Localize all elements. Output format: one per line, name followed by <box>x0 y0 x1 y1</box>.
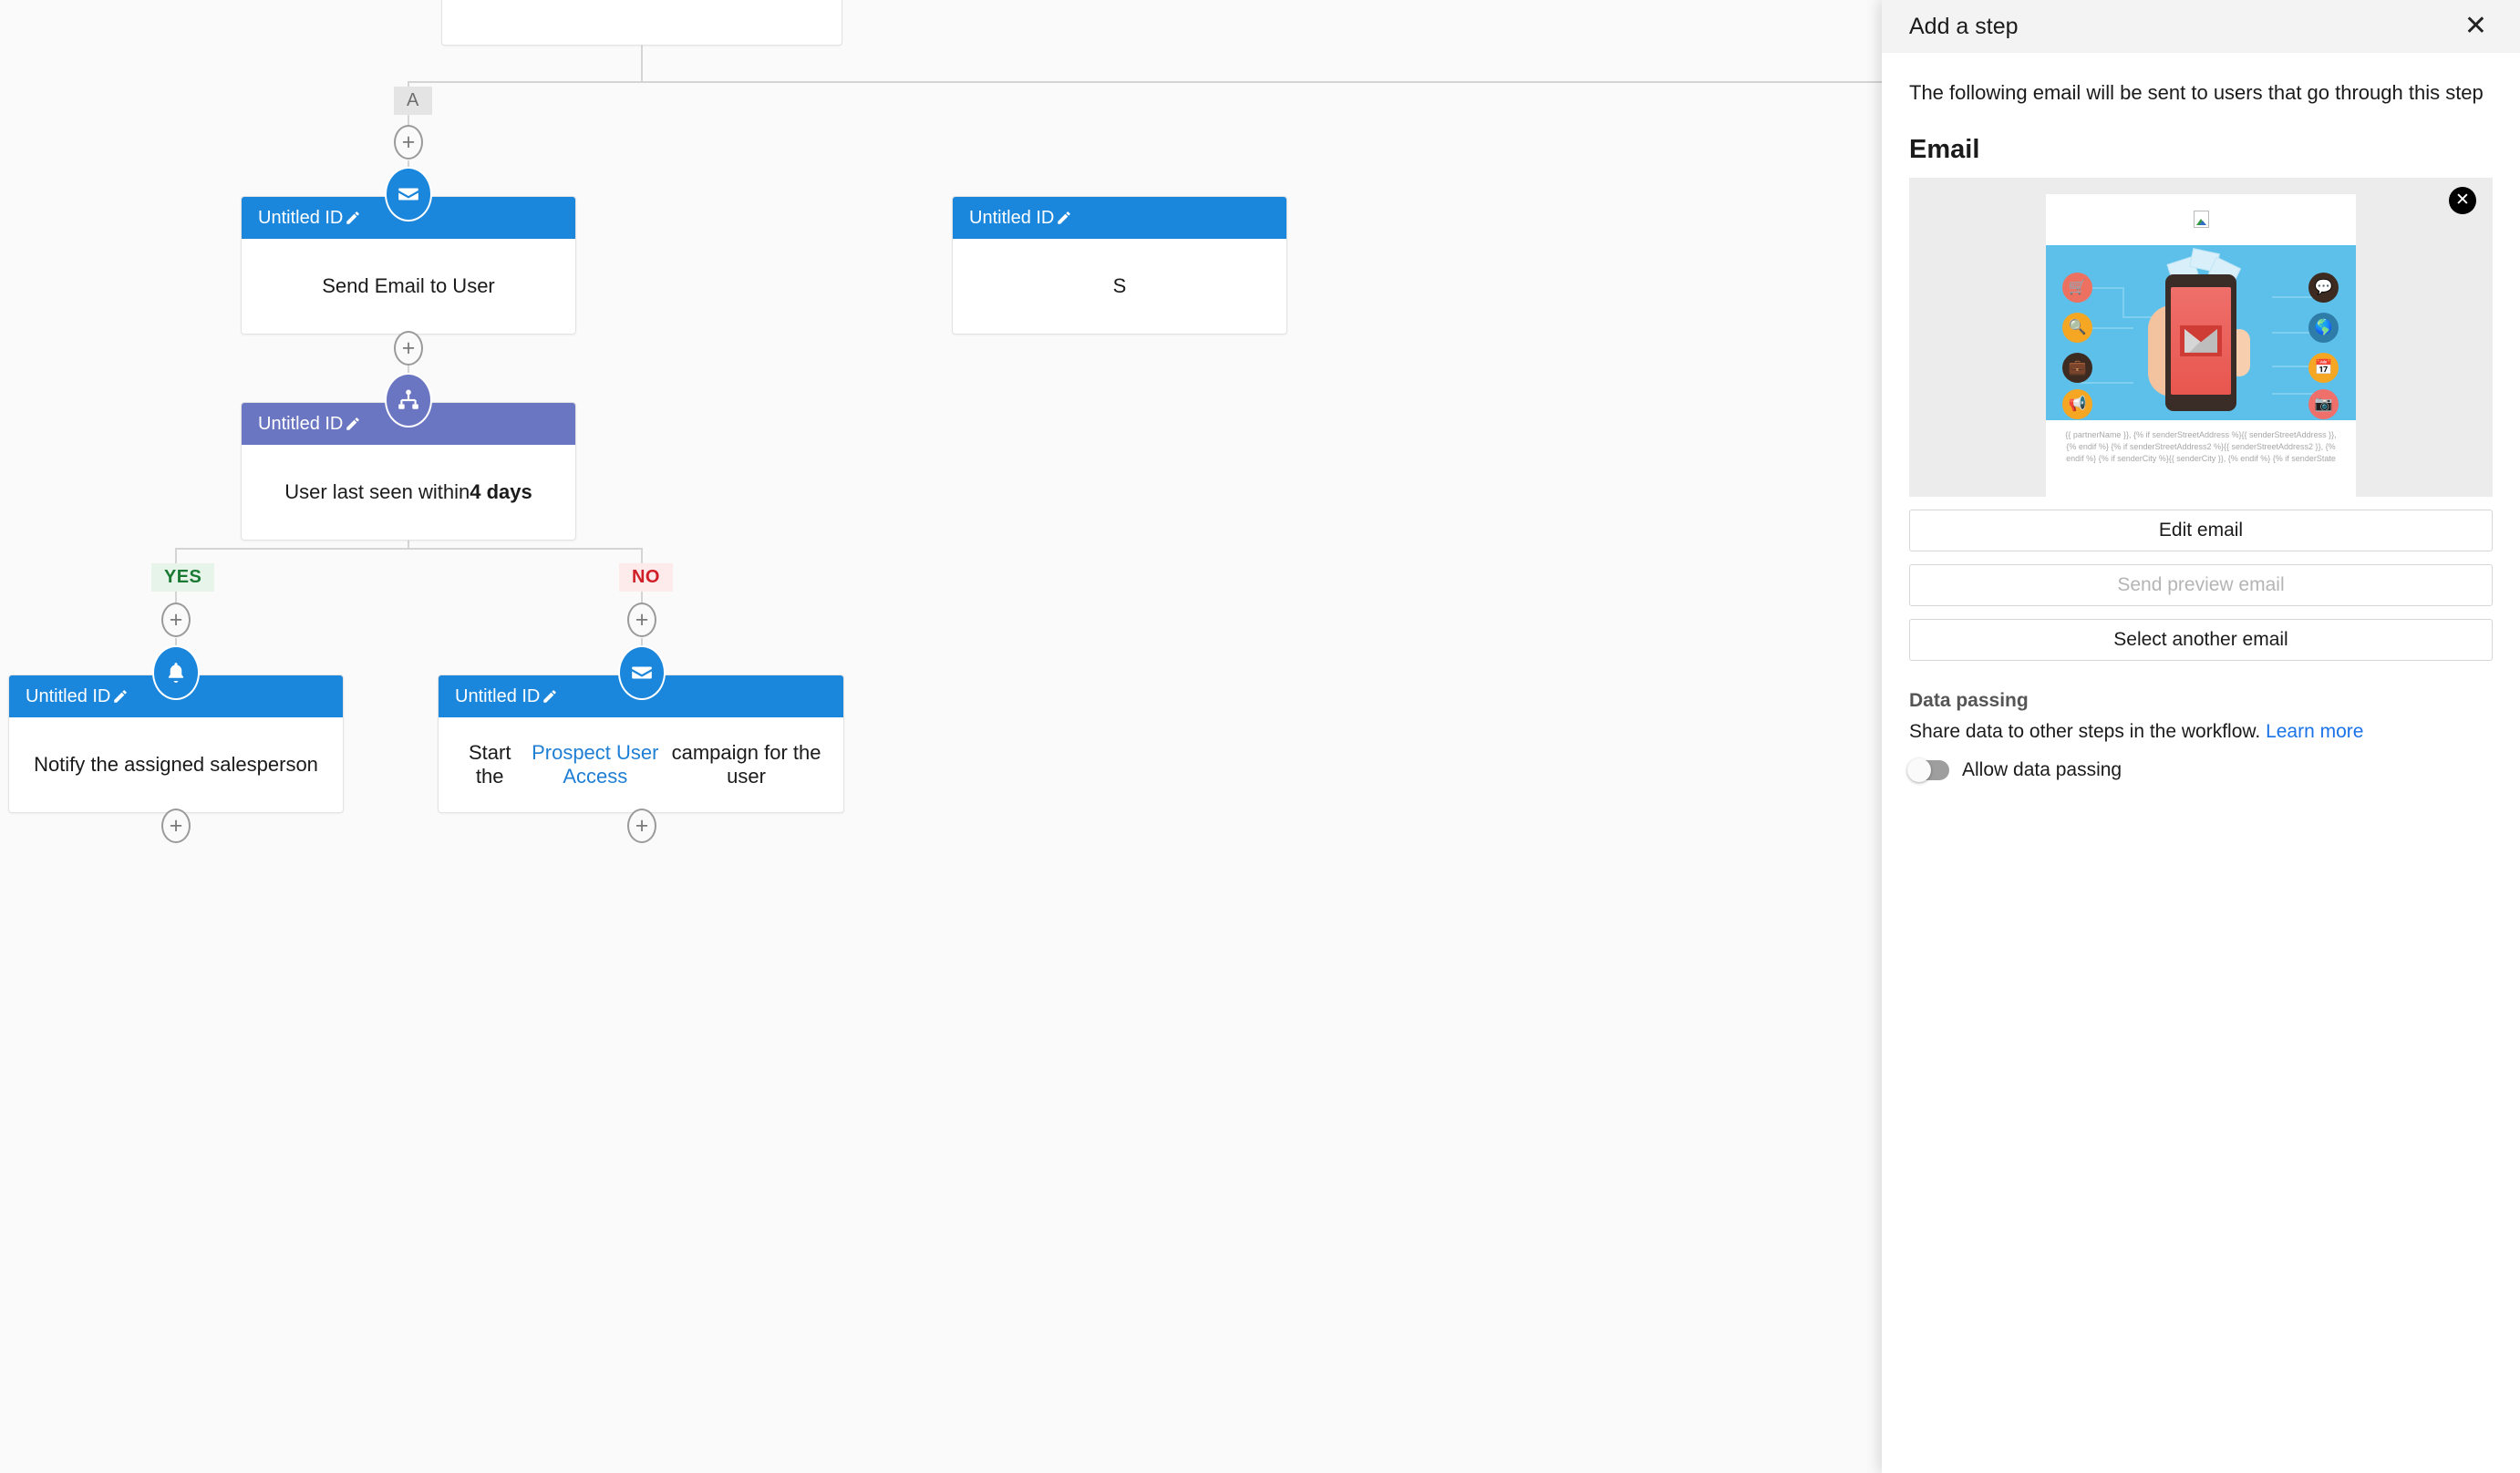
condition-value: 4 days <box>470 480 532 503</box>
node-body-text: S <box>1112 274 1127 297</box>
branch-icon <box>385 373 432 427</box>
campaign-suffix: campaign for the user <box>671 741 821 788</box>
bell-icon <box>152 645 200 700</box>
data-passing-description: Share data to other steps in the workflo… <box>1909 721 2493 743</box>
image-icon: 📷 <box>2308 388 2339 419</box>
panel-description: The following email will be sent to user… <box>1909 81 2484 104</box>
broken-image-icon <box>2046 194 2356 245</box>
envelope-icon <box>385 167 432 221</box>
node-offscreen-right[interactable]: Untitled ID S <box>952 196 1287 335</box>
add-step-button[interactable]: + <box>161 809 191 843</box>
panel-title: Add a step <box>1909 13 2019 39</box>
campaign-prefix: Start the <box>468 741 511 788</box>
chat-icon: 💬 <box>2308 272 2339 303</box>
node-body-text: Send Email to User <box>322 274 495 297</box>
add-step-button[interactable]: + <box>627 603 656 637</box>
campaign-link[interactable]: Prospect User Access <box>519 741 671 788</box>
phone-illustration <box>2165 273 2236 411</box>
node-body-text: Start the Prospect User Access campaign … <box>439 717 843 812</box>
add-step-button[interactable]: + <box>161 603 191 637</box>
node-id-label: Untitled ID <box>26 685 111 706</box>
envelope-icon <box>618 645 666 700</box>
email-preview[interactable]: ✕ 🛒 🔍 💼 📢 💬 🌎 📅 📷 {{partnerName}}, {% … <box>1909 177 2493 497</box>
globe-icon: 🌎 <box>2308 312 2339 343</box>
edit-email-button[interactable]: Edit email <box>1909 509 2493 551</box>
node-id-label: Untitled ID <box>258 207 344 228</box>
node-body-text: User last seen within 4 days <box>242 445 575 540</box>
node-body-text: Notify the assigned salesperson <box>34 753 318 776</box>
branch-tag-no: NO <box>619 563 673 592</box>
branch-tag-yes: YES <box>151 563 215 592</box>
node-id-label: Untitled ID <box>455 685 541 706</box>
node-header[interactable]: Untitled ID <box>953 197 1286 239</box>
partial-node-top[interactable] <box>441 0 842 46</box>
condition-prefix: User last seen within <box>284 480 470 503</box>
add-step-panel: Add a step ✕ The following email will be… <box>1882 0 2520 1473</box>
toggle-knob <box>1907 757 1931 782</box>
email-footer-template-text: {{ partnerName }}, {% if senderStreetAdd… <box>2065 429 2337 463</box>
edit-pencil-icon[interactable] <box>1056 210 1072 226</box>
connector <box>641 46 643 82</box>
data-passing-text: Share data to other steps in the workflo… <box>1909 720 2261 742</box>
close-icon[interactable]: ✕ <box>2459 11 2493 42</box>
panel-header: Add a step ✕ <box>1882 0 2520 53</box>
add-step-button[interactable]: + <box>394 331 423 366</box>
connector <box>408 81 1957 83</box>
add-step-button[interactable]: + <box>394 125 423 160</box>
calendar-icon: 📅 <box>2308 352 2339 383</box>
email-section-heading: Email <box>1909 134 1980 164</box>
allow-data-passing-label: Allow data passing <box>1962 758 2122 780</box>
cart-icon: 🛒 <box>2062 272 2092 303</box>
edit-pencil-icon[interactable] <box>112 688 129 705</box>
send-preview-email-button[interactable]: Send preview email <box>1909 563 2493 606</box>
panel-body: The following email will be sent to user… <box>1882 53 2520 1473</box>
email-preview-close-icon[interactable]: ✕ <box>2449 186 2476 214</box>
node-id-label: Untitled ID <box>258 413 344 434</box>
add-step-button[interactable]: + <box>627 809 656 843</box>
data-passing-heading: Data passing <box>1909 689 2029 711</box>
briefcase-icon: 💼 <box>2062 352 2092 383</box>
allow-data-passing-toggle[interactable] <box>1907 757 1949 782</box>
email-document: 🛒 🔍 💼 📢 💬 🌎 📅 📷 {{ partnerName }}, {% if… <box>2046 193 2356 497</box>
edit-pencil-icon[interactable] <box>542 688 558 705</box>
select-another-email-button[interactable]: Select another email <box>1909 618 2493 661</box>
megaphone-icon: 📢 <box>2062 388 2092 419</box>
search-icon: 🔍 <box>2062 312 2092 343</box>
learn-more-link[interactable]: Learn more <box>2266 721 2363 742</box>
connector <box>175 548 642 550</box>
edit-pencil-icon[interactable] <box>345 416 361 432</box>
node-id-label: Untitled ID <box>969 207 1055 228</box>
branch-tag-a: A <box>394 87 432 115</box>
gmail-logo-icon <box>2180 324 2222 356</box>
allow-data-passing-row: Allow data passing <box>1907 757 2493 782</box>
edit-pencil-icon[interactable] <box>345 210 361 226</box>
email-hero-image: 🛒 🔍 💼 📢 💬 🌎 📅 📷 <box>2046 244 2356 420</box>
